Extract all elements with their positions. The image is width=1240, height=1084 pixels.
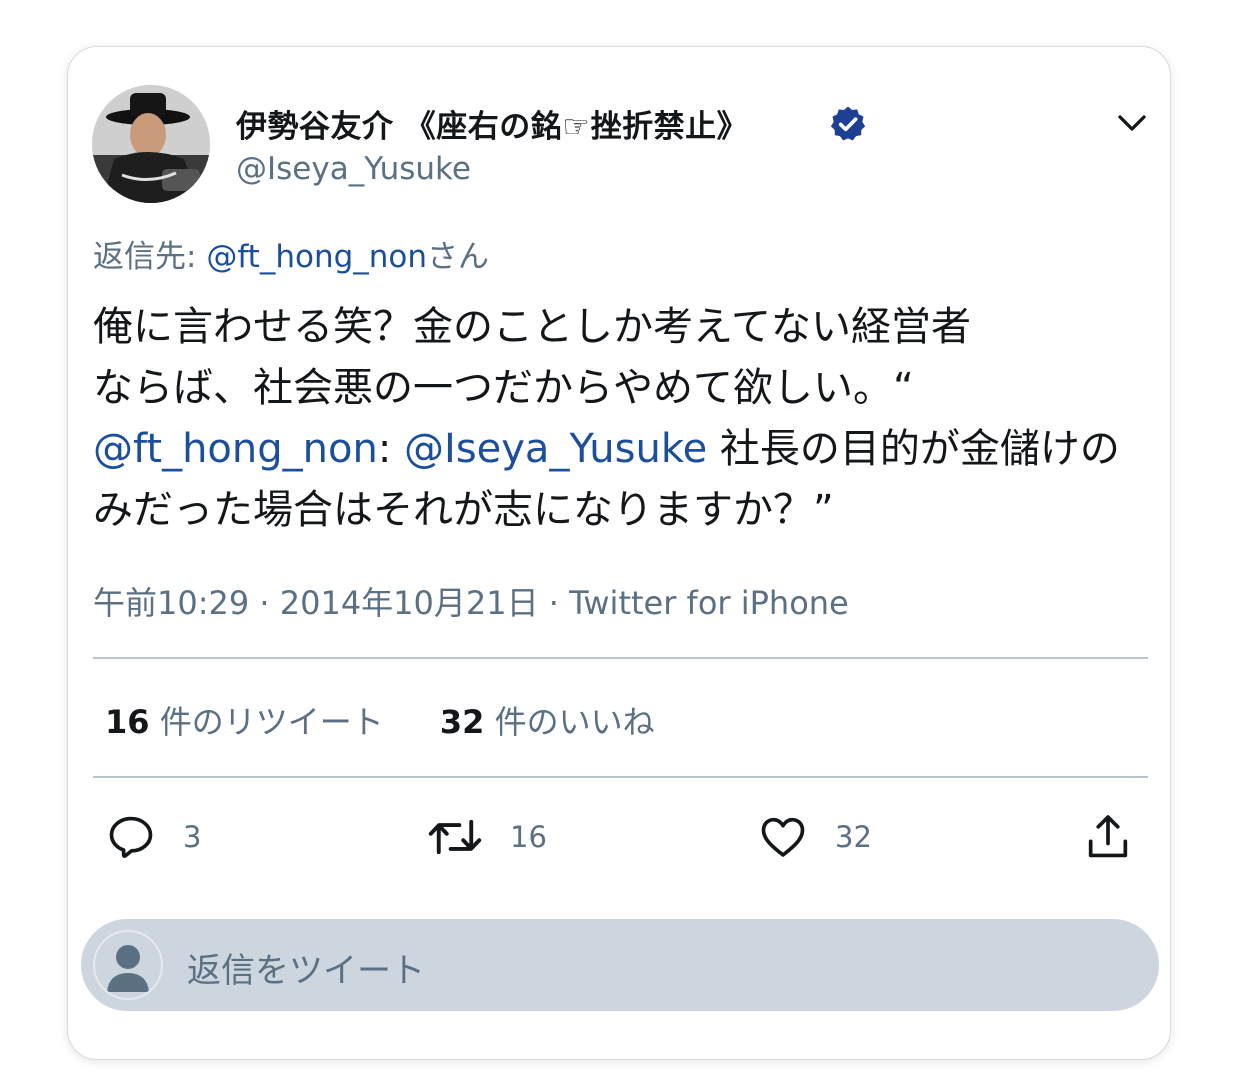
like-count: 32 xyxy=(835,820,872,854)
quoted-mention[interactable]: @ft_hong_non xyxy=(93,426,378,472)
tweet-timestamp-source[interactable]: 午前10:29 · 2014年10月21日 · Twitter for iPho… xyxy=(93,578,849,624)
likes-count: 32 xyxy=(439,703,485,741)
tweet-text: 俺に言わせる笑？金のことしか考えてない経営者 ならば、社会悪の一つだからやめて欲… xyxy=(93,297,1153,541)
divider xyxy=(93,776,1148,778)
tweet-text-line: 俺に言わせる笑？金のことしか考えてない経営者 xyxy=(93,304,971,350)
like-action-button[interactable]: 32 xyxy=(757,809,872,865)
user-avatar[interactable] xyxy=(92,85,210,203)
quoted-mention[interactable]: @Iseya_Yusuke xyxy=(404,426,707,472)
tweet-text-line: @ft_hong_non: @Iseya_Yusuke 社長の目的が金儲けの xyxy=(93,419,1153,480)
current-user-avatar xyxy=(93,930,163,1000)
reply-input-box[interactable]: 返信をツイート xyxy=(81,919,1159,1011)
tweet-text-line: ならば、社会悪の一つだからやめて欲しい。“ xyxy=(93,365,914,411)
heart-icon xyxy=(761,817,805,857)
colon-text: : xyxy=(377,426,405,472)
engagement-stats: 16 件のリツイート 32 件のいいね xyxy=(105,697,655,743)
retweets-label: 件のリツイート xyxy=(149,703,384,741)
reply-action-button[interactable]: 3 xyxy=(105,809,201,865)
user-handle[interactable]: @Iseya_Yusuke xyxy=(236,151,471,187)
retweet-icon xyxy=(428,819,482,855)
verified-badge-icon xyxy=(830,106,866,141)
reply-to-line: 返信先: @ft_hong_nonさん xyxy=(93,231,489,276)
chevron-down-icon[interactable] xyxy=(1114,105,1150,141)
share-icon xyxy=(1088,815,1128,858)
likes-label: 件のいいね xyxy=(484,703,655,741)
default-user-icon xyxy=(107,945,149,992)
display-name[interactable]: 伊勢谷友介 《座右の銘☞挫折禁止》 xyxy=(236,101,748,146)
retweet-action-button[interactable]: 16 xyxy=(426,809,547,865)
reply-placeholder: 返信をツイート xyxy=(187,951,425,991)
reply-bubble-icon xyxy=(109,816,153,858)
retweets-count: 16 xyxy=(105,703,150,741)
likes-stat[interactable]: 32 件のいいね xyxy=(440,697,655,743)
reply-count: 3 xyxy=(183,820,202,854)
tweet-text-line: みだった場合はそれが志になりますか？” xyxy=(93,487,834,533)
retweet-count: 16 xyxy=(510,820,547,854)
retweets-stat[interactable]: 16 件のリツイート xyxy=(105,697,384,743)
divider xyxy=(93,657,1148,659)
tweet-text-segment: 社長の目的が金儲けの xyxy=(707,426,1120,472)
reply-to-suffix: さん xyxy=(427,239,490,275)
reply-to-prefix: 返信先: xyxy=(93,239,207,275)
tweet-card: 伊勢谷友介 《座右の銘☞挫折禁止》 @Iseya_Yusuke 返信先: @ft… xyxy=(67,46,1171,1060)
share-action-button[interactable] xyxy=(1082,809,1134,865)
avatar-photo xyxy=(92,85,210,203)
reply-to-mention[interactable]: @ft_hong_non xyxy=(206,239,427,275)
